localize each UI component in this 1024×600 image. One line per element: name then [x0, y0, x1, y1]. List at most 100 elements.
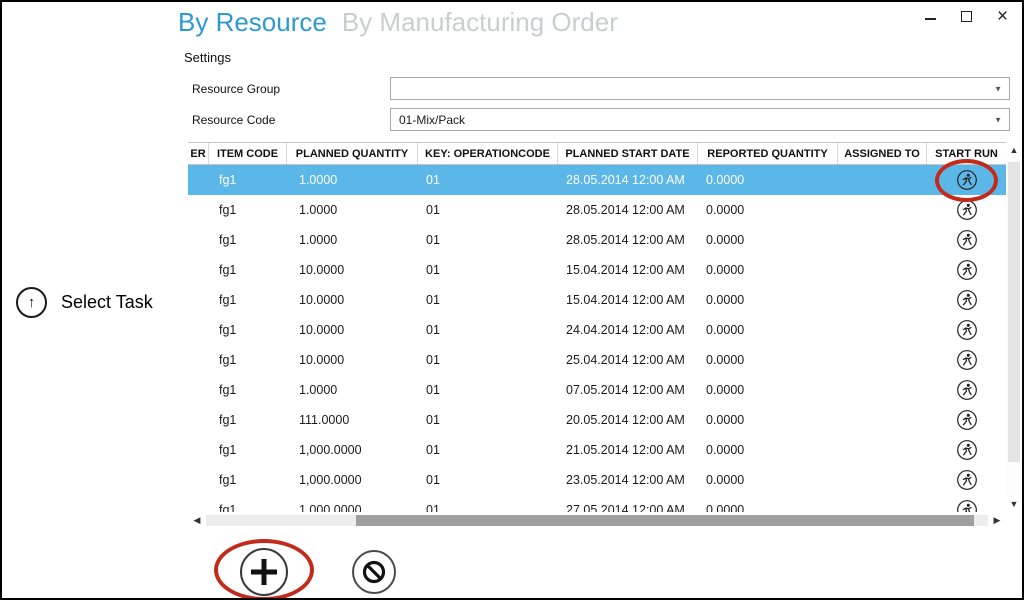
table-row[interactable]: fg1 1,000.0000 01 23.05.2014 12:00 AM 0.…: [188, 465, 1006, 495]
horizontal-scrollbar[interactable]: ◀ ▶: [188, 513, 1006, 527]
table-row[interactable]: fg1 10.0000 01 24.04.2014 12:00 AM 0.000…: [188, 315, 1006, 345]
cell-start-run: [927, 315, 1006, 345]
cell-planned-quantity: 1.0000: [287, 225, 418, 255]
cell-assigned-to: [838, 495, 927, 512]
column-header-start-run[interactable]: START RUN: [927, 143, 1006, 164]
cell-order: [188, 255, 209, 285]
cell-planned-start-date: 25.04.2014 12:00 AM: [558, 345, 698, 375]
cell-assigned-to: [838, 195, 927, 225]
cell-item-code: fg1: [209, 345, 287, 375]
start-run-button[interactable]: [956, 229, 978, 251]
cell-reported-quantity: 0.0000: [698, 225, 838, 255]
cell-item-code: fg1: [209, 405, 287, 435]
cell-assigned-to: [838, 435, 927, 465]
running-person-icon: [956, 169, 978, 191]
cell-item-code: fg1: [209, 435, 287, 465]
cell-operation-code: 01: [418, 495, 558, 512]
cell-order: [188, 465, 209, 495]
cell-start-run: [927, 435, 1006, 465]
cell-item-code: fg1: [209, 195, 287, 225]
running-person-icon: [956, 469, 978, 491]
vertical-scroll-thumb[interactable]: [1008, 162, 1020, 462]
cell-planned-start-date: 15.04.2014 12:00 AM: [558, 255, 698, 285]
table-row[interactable]: fg1 10.0000 01 25.04.2014 12:00 AM 0.000…: [188, 345, 1006, 375]
column-header-planned-start-date[interactable]: PLANNED START DATE: [558, 143, 698, 164]
running-person-icon: [956, 259, 978, 281]
cell-operation-code: 01: [418, 405, 558, 435]
column-header-operation-code[interactable]: KEY: OPERATIONCODE: [418, 143, 558, 164]
vertical-scroll-track[interactable]: [1006, 158, 1022, 496]
table-row[interactable]: fg1 1.0000 01 28.05.2014 12:00 AM 0.0000: [188, 165, 1006, 195]
cell-reported-quantity: 0.0000: [698, 195, 838, 225]
cell-operation-code: 01: [418, 285, 558, 315]
cell-operation-code: 01: [418, 465, 558, 495]
start-run-button[interactable]: [956, 409, 978, 431]
column-header-item-code[interactable]: ITEM CODE: [209, 143, 287, 164]
resource-code-value: 01-Mix/Pack: [399, 113, 465, 127]
horizontal-scroll-track[interactable]: [206, 515, 988, 526]
close-button[interactable]: ×: [995, 9, 1010, 24]
scroll-left-button[interactable]: ◀: [188, 515, 206, 526]
resource-code-combobox[interactable]: 01-Mix/Pack ▼: [390, 108, 1010, 131]
cell-assigned-to: [838, 465, 927, 495]
cell-start-run: [927, 375, 1006, 405]
start-run-button[interactable]: [956, 259, 978, 281]
column-header-assigned-to[interactable]: ASSIGNED TO: [838, 143, 927, 164]
table-row[interactable]: fg1 1.0000 01 28.05.2014 12:00 AM 0.0000: [188, 195, 1006, 225]
tab-by-manufacturing-order[interactable]: By Manufacturing Order: [342, 4, 618, 40]
table-row[interactable]: fg1 1,000.0000 01 27.05.2014 12:00 AM 0.…: [188, 495, 1006, 512]
cell-reported-quantity: 0.0000: [698, 285, 838, 315]
resource-group-combobox[interactable]: ▼: [390, 77, 1010, 100]
start-run-button[interactable]: [956, 199, 978, 221]
vertical-scrollbar[interactable]: ▲ ▼: [1006, 142, 1022, 512]
table-row[interactable]: fg1 111.0000 01 20.05.2014 12:00 AM 0.00…: [188, 405, 1006, 435]
running-person-icon: [956, 379, 978, 401]
up-arrow-circle-icon: ↑: [16, 287, 47, 318]
scroll-up-button[interactable]: ▲: [1010, 142, 1019, 158]
column-header-planned-quantity[interactable]: PLANNED QUANTITY: [287, 143, 418, 164]
maximize-button[interactable]: [959, 9, 974, 24]
cell-planned-start-date: 27.05.2014 12:00 AM: [558, 495, 698, 512]
cell-reported-quantity: 0.0000: [698, 435, 838, 465]
table-row[interactable]: fg1 10.0000 01 15.04.2014 12:00 AM 0.000…: [188, 285, 1006, 315]
start-run-button[interactable]: [956, 169, 978, 191]
cell-planned-quantity: 111.0000: [287, 405, 418, 435]
table-row[interactable]: fg1 1.0000 01 07.05.2014 12:00 AM 0.0000: [188, 375, 1006, 405]
table-row[interactable]: fg1 10.0000 01 15.04.2014 12:00 AM 0.000…: [188, 255, 1006, 285]
start-run-button[interactable]: [956, 319, 978, 341]
running-person-icon: [956, 439, 978, 461]
cell-assigned-to: [838, 285, 927, 315]
start-run-button[interactable]: [956, 349, 978, 371]
table-row[interactable]: fg1 1.0000 01 28.05.2014 12:00 AM 0.0000: [188, 225, 1006, 255]
cell-start-run: [927, 225, 1006, 255]
scroll-right-button[interactable]: ▶: [988, 515, 1006, 526]
cell-start-run: [927, 255, 1006, 285]
cell-operation-code: 01: [418, 195, 558, 225]
cell-start-run: [927, 345, 1006, 375]
add-task-button[interactable]: [240, 548, 288, 596]
table-row[interactable]: fg1 1,000.0000 01 21.05.2014 12:00 AM 0.…: [188, 435, 1006, 465]
cell-item-code: fg1: [209, 165, 287, 195]
minimize-button[interactable]: [923, 9, 938, 24]
cell-item-code: fg1: [209, 225, 287, 255]
scroll-down-button[interactable]: ▼: [1010, 496, 1019, 512]
cell-planned-quantity: 1,000.0000: [287, 435, 418, 465]
cell-planned-quantity: 10.0000: [287, 285, 418, 315]
start-run-button[interactable]: [956, 289, 978, 311]
running-person-icon: [956, 319, 978, 341]
start-run-button[interactable]: [956, 469, 978, 491]
column-header-order[interactable]: ER: [188, 143, 209, 164]
tab-by-resource[interactable]: By Resource: [178, 4, 327, 40]
cell-reported-quantity: 0.0000: [698, 375, 838, 405]
cell-assigned-to: [838, 315, 927, 345]
start-run-button[interactable]: [956, 499, 978, 512]
column-header-reported-quantity[interactable]: REPORTED QUANTITY: [698, 143, 838, 164]
select-task-button[interactable]: ↑ Select Task: [16, 287, 153, 318]
cell-planned-quantity: 10.0000: [287, 255, 418, 285]
horizontal-scroll-thumb[interactable]: [356, 515, 974, 526]
start-run-button[interactable]: [956, 439, 978, 461]
cell-assigned-to: [838, 255, 927, 285]
start-run-button[interactable]: [956, 379, 978, 401]
cell-planned-start-date: 07.05.2014 12:00 AM: [558, 375, 698, 405]
cancel-button[interactable]: [352, 550, 396, 594]
